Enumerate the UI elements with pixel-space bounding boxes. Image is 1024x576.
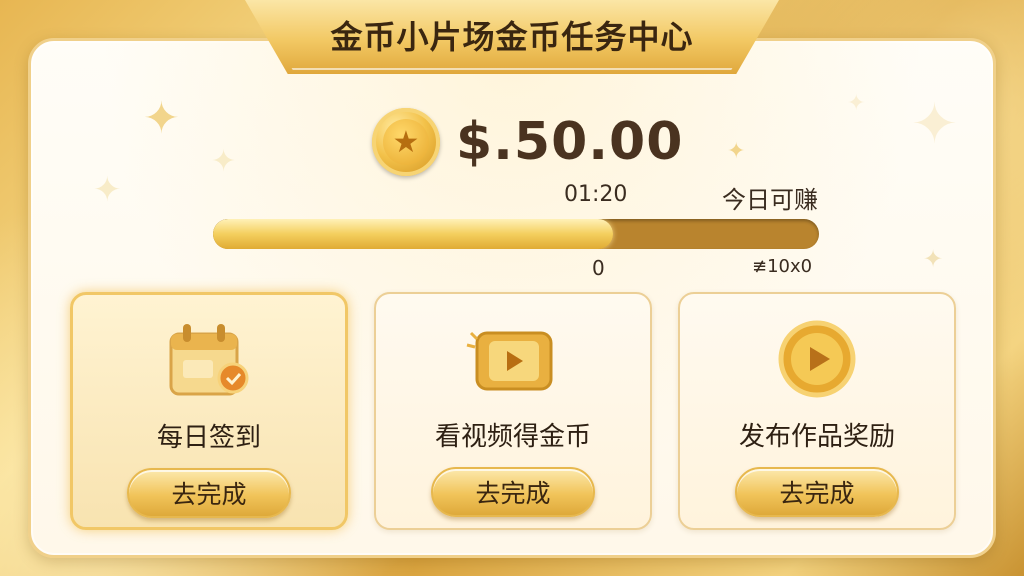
sparkle-icon: ✦	[211, 144, 237, 179]
task-card-watch-video[interactable]: 看视频得金币 去完成	[374, 292, 652, 530]
task-label: 看视频得金币	[434, 422, 591, 452]
complete-button[interactable]: 去完成	[127, 468, 291, 518]
star-coin-icon: ★	[372, 108, 440, 176]
progress-max-label: ≢10x0	[752, 256, 813, 277]
sparkle-icon: ✦	[93, 170, 122, 210]
today-earnable-label: 今日可赚	[722, 186, 818, 214]
complete-button[interactable]: 去完成	[735, 467, 899, 517]
sparkle-icon: ✦	[911, 92, 958, 157]
video-play-icon	[463, 316, 563, 402]
sparkle-icon: ✦	[727, 139, 746, 164]
earnings-progress-bar	[213, 219, 819, 249]
calendar-icon	[159, 317, 259, 403]
sparkle-icon: ✦	[847, 91, 866, 116]
complete-button[interactable]: 去完成	[431, 467, 595, 517]
progress-fill	[213, 219, 613, 249]
task-card-publish-reward[interactable]: 发布作品奖励 去完成	[678, 292, 956, 530]
task-card-daily-checkin[interactable]: 每日签到 去完成	[70, 292, 348, 530]
progress-min-label: 0	[592, 256, 605, 280]
page-title: 金币小片场金币任务中心	[330, 18, 694, 56]
task-label: 每日签到	[156, 423, 261, 453]
balance-row: ★ $.50.00	[372, 106, 683, 178]
balance-amount: $.50.00	[456, 112, 684, 172]
countdown-timer: 01:20	[564, 182, 628, 207]
play-coin-icon	[767, 316, 867, 402]
task-label: 发布作品奖励	[738, 422, 895, 452]
sparkle-icon: ✦	[923, 245, 944, 273]
sparkle-icon: ✦	[143, 93, 180, 144]
title-banner: 金币小片场金币任务中心	[245, 0, 779, 74]
